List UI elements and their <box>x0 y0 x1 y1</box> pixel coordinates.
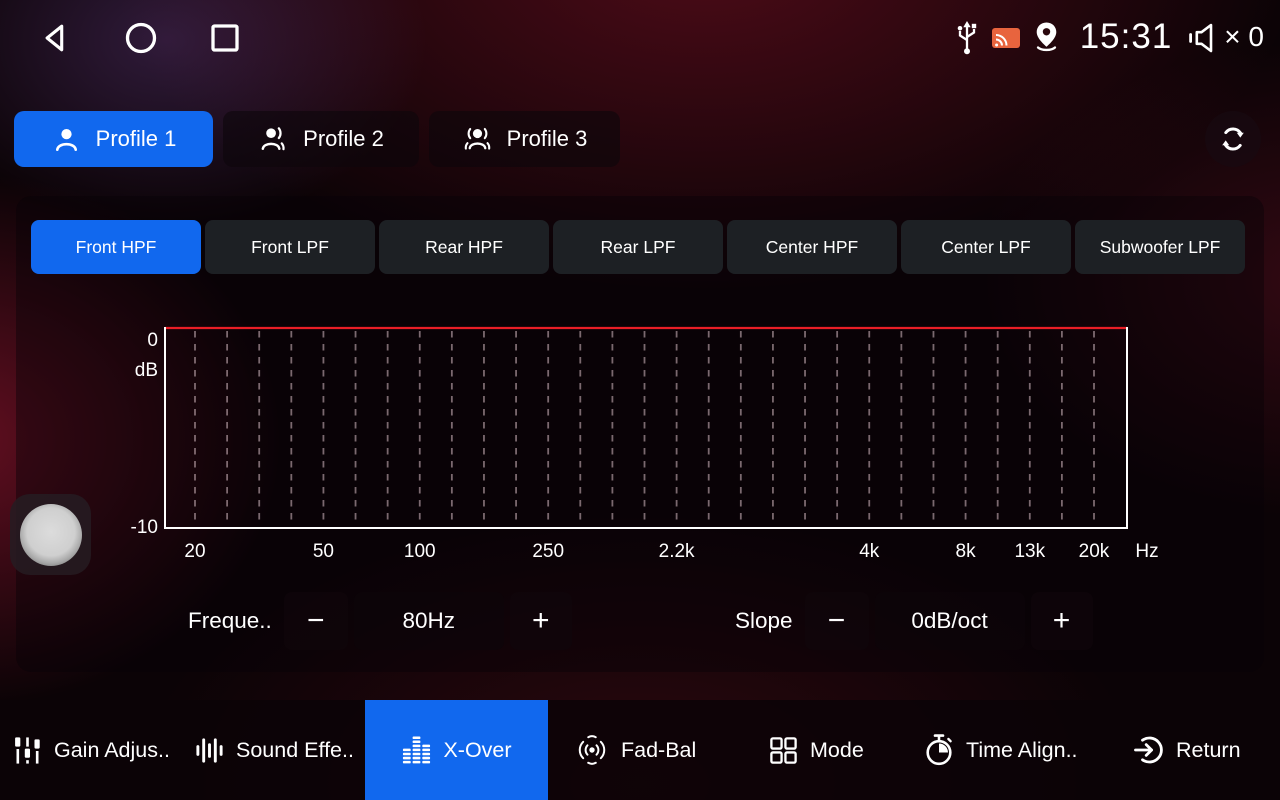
nav-label: Gain Adjus.. <box>54 738 170 763</box>
floating-assist-button[interactable] <box>10 494 91 575</box>
nav-sound-effect[interactable]: Sound Effe.. <box>194 700 354 800</box>
sound-wave-icon <box>194 735 225 766</box>
nav-label: Fad-Bal <box>621 738 696 763</box>
slope-label: Slope <box>735 608 793 634</box>
chart-area: 0 dB -10 20 50 100 250 2.2k 4k 8k 13k 20k Hz <box>125 318 1185 568</box>
nav-gain-adjust[interactable]: Gain Adjus.. <box>12 700 170 800</box>
slope-plus-button[interactable]: + <box>1031 592 1093 650</box>
nav-label: Return <box>1176 738 1241 763</box>
nav-time-align[interactable]: Time Align.. <box>923 700 1078 800</box>
person-group-icon <box>462 124 493 155</box>
home-button[interactable] <box>124 21 158 55</box>
x-tick-label: 100 <box>404 541 436 562</box>
location-icon <box>1031 21 1062 55</box>
clock: 15:31 <box>1080 17 1173 57</box>
nav-label: Mode <box>810 738 864 763</box>
refresh-button[interactable] <box>1205 111 1261 167</box>
frequency-label: Freque.. <box>188 608 272 634</box>
fader-balance-icon <box>574 734 610 766</box>
frequency-value: 80Hz <box>354 592 504 650</box>
x-tick-label: 8k <box>956 541 977 562</box>
nav-fad-bal[interactable]: Fad-Bal <box>574 700 696 800</box>
profile-3-button[interactable]: Profile 3 <box>429 111 620 167</box>
person-icon <box>51 124 82 155</box>
home-icon <box>124 21 158 55</box>
gain-sliders-icon <box>12 735 43 766</box>
status-icons: 15:31 × 0 <box>953 0 1264 76</box>
y-tick-0: 0 <box>147 330 158 351</box>
profile-label: Profile 2 <box>303 126 384 152</box>
crossover-panel: Front HPF Front LPF Rear HPF Rear LPF Ce… <box>16 196 1264 672</box>
frequency-minus-button[interactable]: − <box>284 592 348 650</box>
slope-control: Slope − 0dB/oct + <box>735 592 1093 650</box>
muted-volume-icon[interactable] <box>1188 20 1214 56</box>
bottom-nav: Gain Adjus.. Sound Effe.. X-Over Fad-Bal <box>0 700 1280 800</box>
tab-center-hpf[interactable]: Center HPF <box>727 220 897 274</box>
knob-ball-icon <box>20 504 82 566</box>
slope-value: 0dB/oct <box>875 592 1025 650</box>
equalizer-icon <box>401 735 432 766</box>
profile-1-button[interactable]: Profile 1 <box>14 111 213 167</box>
x-tick-label: 4k <box>859 541 880 562</box>
back-button[interactable] <box>40 21 74 55</box>
x-tick-label: 20k <box>1079 541 1110 562</box>
cast-icon <box>991 26 1021 50</box>
usb-icon <box>953 20 981 56</box>
nav-return[interactable]: Return <box>1133 700 1241 800</box>
x-tick-label: 250 <box>532 541 564 562</box>
status-bar: 15:31 × 0 <box>0 0 1280 76</box>
return-arrow-icon <box>1133 734 1165 766</box>
tab-rear-lpf[interactable]: Rear LPF <box>553 220 723 274</box>
nav-label: Sound Effe.. <box>236 738 354 763</box>
profile-label: Profile 1 <box>96 126 177 152</box>
recents-button[interactable] <box>208 21 242 55</box>
filter-tabs: Front HPF Front LPF Rear HPF Rear LPF Ce… <box>31 220 1245 274</box>
tab-center-lpf[interactable]: Center LPF <box>901 220 1071 274</box>
y-axis-label: dB <box>135 360 158 381</box>
y-tick-minus10: -10 <box>131 517 158 538</box>
profile-2-button[interactable]: Profile 2 <box>223 111 419 167</box>
tab-front-hpf[interactable]: Front HPF <box>31 220 201 274</box>
nav-mode[interactable]: Mode <box>768 700 864 800</box>
x-tick-label: 50 <box>313 541 334 562</box>
tab-subwoofer-lpf[interactable]: Subwoofer LPF <box>1075 220 1245 274</box>
tab-rear-hpf[interactable]: Rear HPF <box>379 220 549 274</box>
recents-icon <box>208 21 242 55</box>
x-unit-label: Hz <box>1135 541 1158 562</box>
back-icon <box>41 21 73 55</box>
x-tick-label: 13k <box>1014 541 1045 562</box>
x-tick-label: 2.2k <box>659 541 695 562</box>
nav-label: X-Over <box>443 738 511 763</box>
mode-grid-icon <box>768 735 799 766</box>
person-sound-icon <box>258 124 289 155</box>
system-nav <box>0 21 242 55</box>
volume-level: × 0 <box>1224 21 1264 53</box>
profile-row: Profile 1 Profile 2 Profile 3 <box>14 111 620 167</box>
profile-label: Profile 3 <box>507 126 588 152</box>
frequency-control: Freque.. − 80Hz + <box>188 592 572 650</box>
nav-x-over[interactable]: X-Over <box>365 700 548 800</box>
slope-minus-button[interactable]: − <box>805 592 869 650</box>
tab-front-lpf[interactable]: Front LPF <box>205 220 375 274</box>
crossover-chart: 0 dB -10 20 50 100 250 2.2k 4k 8k 13k 20k Hz <box>125 318 1185 568</box>
frequency-plus-button[interactable]: + <box>510 592 572 650</box>
stopwatch-icon <box>923 733 955 767</box>
nav-label: Time Align.. <box>966 738 1078 763</box>
x-tick-label: 20 <box>184 541 205 562</box>
sync-icon <box>1217 123 1249 155</box>
